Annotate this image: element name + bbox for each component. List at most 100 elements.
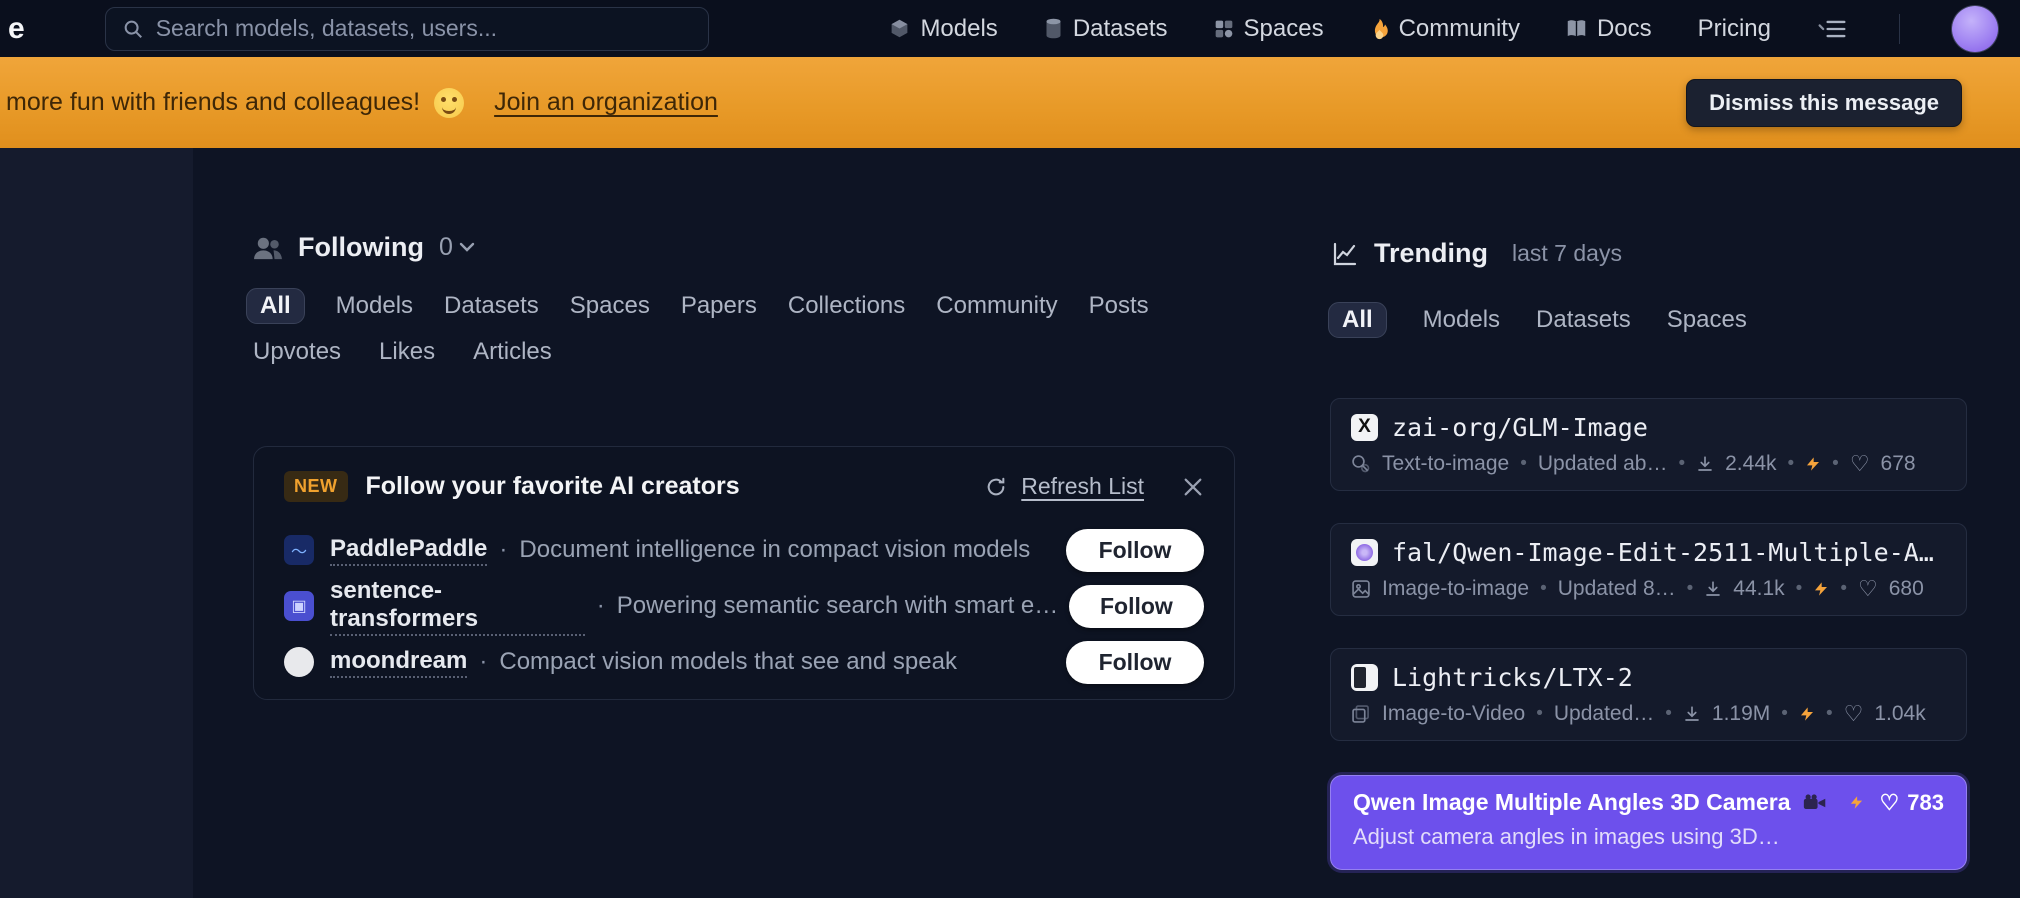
fal-logo	[1351, 539, 1378, 566]
trending-tab-spaces[interactable]: Spaces	[1667, 306, 1747, 334]
heart-icon: ♡	[1858, 576, 1878, 602]
repo-name: zai-org/GLM-Image	[1392, 413, 1648, 442]
tab-likes[interactable]: Likes	[379, 338, 435, 366]
trending-chart-icon	[1332, 241, 1358, 267]
creator-name-link[interactable]: moondream	[330, 647, 467, 678]
trending-title: Trending	[1374, 238, 1488, 269]
banner-message: more fun with friends and colleagues!	[6, 88, 420, 117]
follow-button[interactable]: Follow	[1066, 641, 1204, 684]
trending-tab-models[interactable]: Models	[1423, 306, 1500, 334]
following-tabs: All Models Datasets Spaces Papers Collec…	[246, 288, 1149, 324]
heart-icon: ♡	[1844, 701, 1864, 727]
flame-icon	[1370, 18, 1389, 40]
follow-button[interactable]: Follow	[1066, 529, 1204, 572]
image-to-image-icon	[1351, 579, 1371, 599]
follow-button[interactable]: Follow	[1069, 585, 1204, 628]
nav-item-label: Pricing	[1698, 15, 1771, 43]
download-icon	[1696, 455, 1714, 473]
separator: •	[1840, 578, 1847, 600]
nav-item-label: Spaces	[1244, 15, 1324, 43]
trending-tab-datasets[interactable]: Datasets	[1536, 306, 1631, 334]
middot: ·	[499, 536, 507, 564]
refresh-list-link[interactable]: Refresh List	[1021, 473, 1144, 500]
join-organization-link[interactable]: Join an organization	[494, 88, 718, 117]
nav-divider	[1899, 14, 1900, 44]
close-icon[interactable]	[1182, 476, 1204, 498]
search-box[interactable]	[105, 7, 709, 51]
search-icon	[122, 18, 144, 40]
tab-upvotes[interactable]: Upvotes	[253, 338, 341, 366]
middot: ·	[479, 648, 487, 676]
trending-tab-all[interactable]: All	[1328, 302, 1387, 338]
separator: •	[1826, 703, 1833, 725]
dismiss-banner-button[interactable]: Dismiss this message	[1686, 79, 1962, 127]
huggingface-homepage: e Models Datasets	[0, 0, 2020, 898]
user-avatar[interactable]	[1952, 6, 1998, 52]
updated-text: Updated 8…	[1558, 577, 1676, 601]
separator: •	[1796, 578, 1803, 600]
creator-name-link[interactable]: PaddlePaddle	[330, 535, 487, 566]
repo-meta-row: Image-to-image • Updated 8… • 44.1k • • …	[1351, 576, 1946, 602]
new-badge: NEW	[284, 471, 348, 502]
nav-item-community[interactable]: Community	[1370, 15, 1520, 43]
creator-name-link[interactable]: sentence-transformers	[330, 577, 585, 636]
following-count-dropdown[interactable]: 0	[439, 233, 475, 262]
follow-card-title: Follow your favorite AI creators	[366, 472, 740, 501]
hugging-face-emoji-icon	[434, 88, 464, 118]
trending-header: Trending last 7 days	[1332, 238, 1622, 269]
sentence-transformers-avatar: ▣	[284, 591, 314, 621]
likes-count: 783	[1907, 790, 1944, 816]
following-subtabs: Upvotes Likes Articles	[253, 338, 552, 366]
tab-all[interactable]: All	[246, 288, 305, 324]
search-input[interactable]	[156, 15, 692, 42]
nav-item-pricing[interactable]: Pricing	[1698, 15, 1771, 43]
likes-count: 680	[1889, 577, 1924, 601]
likes-count: 678	[1881, 452, 1916, 476]
top-navbar: e Models Datasets	[0, 0, 2020, 57]
following-header: Following 0	[253, 232, 475, 263]
following-count: 0	[439, 233, 453, 262]
refresh-icon[interactable]	[985, 476, 1007, 498]
nav-item-datasets[interactable]: Datasets	[1044, 15, 1168, 43]
repo-name-row: fal/Qwen-Image-Edit-2511-Multiple-Angl…	[1351, 538, 1946, 567]
downloads-count: 2.44k	[1725, 452, 1776, 476]
repo-name-row: X zai-org/GLM-Image	[1351, 413, 1946, 442]
separator: •	[1520, 453, 1527, 475]
trending-tabs: All Models Datasets Spaces	[1328, 302, 1747, 338]
featured-space-card[interactable]: Qwen Image Multiple Angles 3D Camera ♡ 7…	[1330, 775, 1967, 870]
lightning-icon	[1813, 579, 1829, 599]
nav-item-models[interactable]: Models	[889, 15, 997, 43]
trending-item-glm-image[interactable]: X zai-org/GLM-Image Text-to-image • Upda…	[1330, 398, 1967, 491]
nav-item-spaces[interactable]: Spaces	[1214, 15, 1324, 43]
separator: •	[1678, 453, 1685, 475]
logo-partial-text: e	[8, 12, 25, 46]
featured-likes: ♡ 783	[1880, 790, 1944, 816]
movie-camera-icon	[1803, 793, 1827, 813]
tab-collections[interactable]: Collections	[788, 292, 905, 320]
nav-more-menu-icon[interactable]	[1817, 18, 1847, 40]
grid-icon	[1214, 19, 1234, 39]
pipeline-tag: Image-to-Video	[1382, 702, 1525, 726]
tab-community[interactable]: Community	[936, 292, 1057, 320]
heart-icon: ♡	[1850, 451, 1870, 477]
tab-models[interactable]: Models	[336, 292, 413, 320]
updated-text: Updated ab…	[1538, 452, 1668, 476]
tab-papers[interactable]: Papers	[681, 292, 757, 320]
pipeline-tag: Image-to-image	[1382, 577, 1529, 601]
tab-spaces[interactable]: Spaces	[570, 292, 650, 320]
creator-row: ▣ sentence-transformers · Powering seman…	[284, 578, 1204, 634]
featured-stats: ♡ 783	[1849, 790, 1944, 816]
creator-description: Compact vision models that see and speak	[499, 648, 957, 676]
separator: •	[1540, 578, 1547, 600]
downloads-count: 1.19M	[1712, 702, 1770, 726]
left-edge-panel	[0, 148, 193, 898]
nav-item-docs[interactable]: Docs	[1566, 15, 1652, 43]
tab-posts[interactable]: Posts	[1089, 292, 1149, 320]
separator: •	[1687, 578, 1694, 600]
trending-item-ltx-2[interactable]: Lightricks/LTX-2 Image-to-Video • Update…	[1330, 648, 1967, 741]
chevron-down-icon	[459, 242, 475, 253]
trending-item-qwen-image-edit[interactable]: fal/Qwen-Image-Edit-2511-Multiple-Angl… …	[1330, 523, 1967, 616]
separator: •	[1832, 453, 1839, 475]
tab-articles[interactable]: Articles	[473, 338, 552, 366]
tab-datasets[interactable]: Datasets	[444, 292, 539, 320]
